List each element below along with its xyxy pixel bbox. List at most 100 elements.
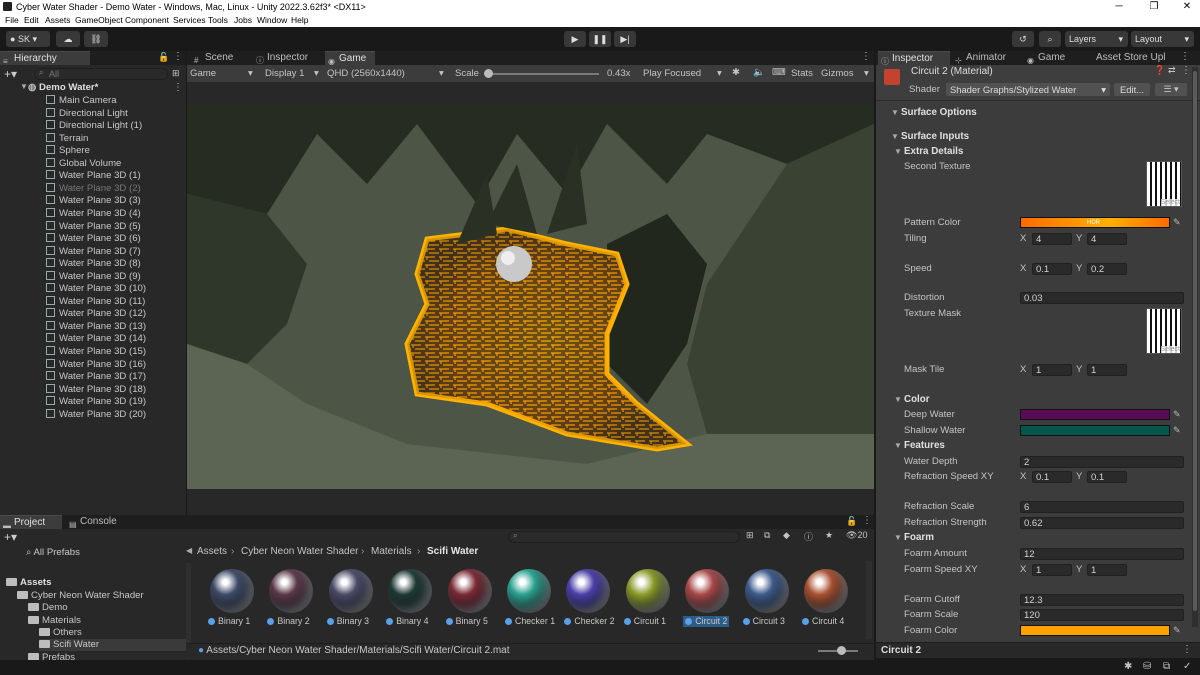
refraction-scale-field[interactable]: 6 bbox=[1020, 501, 1184, 513]
texture-mask-slot[interactable]: Select bbox=[1146, 308, 1182, 354]
material-label[interactable]: Binary 3 bbox=[326, 616, 369, 627]
all-prefabs-filter[interactable]: ⌕ All Prefabs bbox=[26, 547, 80, 559]
filter-icon[interactable]: ⧉ bbox=[764, 530, 770, 541]
tab-game[interactable]: ◉ Game bbox=[325, 51, 375, 66]
lock-icon[interactable]: 🔓 bbox=[158, 52, 169, 63]
bug-icon[interactable]: ✱ bbox=[1124, 661, 1132, 672]
game-view-render[interactable] bbox=[187, 104, 874, 489]
menu-edit[interactable]: Edit bbox=[24, 14, 39, 27]
surface-inputs-header[interactable]: Surface Inputs bbox=[901, 131, 969, 143]
mask-x-field[interactable]: 1 bbox=[1032, 364, 1072, 376]
collapse-arrow-icon[interactable]: ▼ bbox=[894, 441, 902, 450]
project-folder[interactable]: Demo bbox=[28, 602, 68, 614]
preset-icon[interactable]: ⇄ bbox=[1168, 65, 1176, 76]
collab-icon[interactable]: ⛓ bbox=[84, 31, 108, 47]
more-icon[interactable]: ⋮ bbox=[1181, 65, 1191, 76]
scale-slider-track[interactable] bbox=[487, 73, 599, 75]
menu-gameobject[interactable]: GameObject bbox=[75, 14, 123, 27]
hierarchy-item[interactable]: Main Camera bbox=[46, 95, 117, 107]
history-icon[interactable]: ↺ bbox=[1012, 31, 1034, 47]
refraction-x-field[interactable]: 0.1 bbox=[1032, 471, 1072, 483]
collapse-arrow-icon[interactable]: ▼ bbox=[894, 395, 902, 404]
hierarchy-item[interactable]: Water Plane 3D (9) bbox=[46, 270, 141, 283]
add-icon[interactable]: +▾ bbox=[4, 67, 17, 81]
eyedropper-icon[interactable]: ✎ bbox=[1173, 625, 1183, 635]
material-thumbnail[interactable] bbox=[744, 569, 789, 613]
project-folder[interactable]: Materials bbox=[28, 615, 81, 627]
scene-root[interactable]: ◍ Demo Water* bbox=[28, 82, 186, 94]
account-dropdown[interactable]: ● SK ▾ bbox=[6, 31, 50, 47]
mute-audio-icon[interactable]: 🔈 bbox=[753, 67, 765, 78]
distortion-field[interactable]: 0.03 bbox=[1020, 292, 1184, 304]
play-button[interactable]: ▶ bbox=[564, 31, 586, 47]
hierarchy-item[interactable]: Water Plane 3D (4) bbox=[46, 207, 141, 220]
display-dropdown[interactable]: Display 1 bbox=[265, 68, 304, 79]
project-folder[interactable]: Scifi Water bbox=[39, 639, 186, 651]
pause-button[interactable]: ❚❚ bbox=[589, 31, 611, 47]
foam-scale-field[interactable]: 120 bbox=[1020, 609, 1184, 621]
tab-console[interactable]: ▤ Console bbox=[66, 515, 126, 529]
edit-shader-button[interactable]: Edit... bbox=[1114, 83, 1150, 96]
gizmos-dropdown[interactable]: Gizmos bbox=[821, 68, 854, 79]
collapse-arrow-icon[interactable]: ▼ bbox=[894, 147, 902, 156]
hierarchy-item[interactable]: Water Plane 3D (14) bbox=[46, 333, 146, 345]
hierarchy-item[interactable]: Directional Light (1) bbox=[46, 120, 142, 132]
mask-y-field[interactable]: 1 bbox=[1087, 364, 1127, 376]
material-label[interactable]: Binary 2 bbox=[267, 616, 310, 627]
layers-dropdown[interactable]: Layers ▾ bbox=[1065, 31, 1128, 47]
resolution-dropdown[interactable]: QHD (2560x1440) bbox=[327, 68, 405, 79]
material-label[interactable]: Checker 2 bbox=[564, 616, 614, 627]
material-thumbnail[interactable] bbox=[388, 569, 433, 613]
shader-dropdown[interactable]: Shader Graphs/Stylized Water ▾ bbox=[946, 83, 1110, 96]
more-icon[interactable]: ⋮ bbox=[861, 51, 871, 62]
hierarchy-item[interactable]: Water Plane 3D (20) bbox=[46, 408, 146, 421]
hierarchy-item[interactable]: Water Plane 3D (13) bbox=[46, 320, 146, 333]
collapse-arrow-icon[interactable]: ▼ bbox=[891, 132, 899, 141]
star-icon[interactable]: ★ bbox=[825, 530, 833, 541]
hierarchy-item[interactable]: Water Plane 3D (7) bbox=[46, 245, 141, 258]
shallow-water-color-field[interactable] bbox=[1020, 425, 1170, 436]
tab-inspector[interactable]: ⓘ Inspector bbox=[878, 51, 950, 66]
material-thumbnail[interactable] bbox=[210, 569, 254, 613]
material-label[interactable]: Circuit 3 bbox=[742, 616, 785, 627]
foam-header[interactable]: Foarm bbox=[904, 532, 934, 544]
menu-assets[interactable]: Assets bbox=[45, 14, 71, 27]
tab-animator[interactable]: ⊹ Animator bbox=[952, 51, 1022, 65]
material-thumbnail[interactable] bbox=[804, 569, 848, 613]
hierarchy-item[interactable]: Water Plane 3D (8) bbox=[46, 258, 141, 270]
expand-arrow-icon[interactable]: ▼ bbox=[20, 82, 28, 91]
foam-color-field[interactable] bbox=[1020, 625, 1170, 636]
pattern-color-field[interactable]: HDR bbox=[1020, 217, 1170, 228]
breadcrumb-shader[interactable]: Cyber Neon Water Shader bbox=[241, 546, 358, 557]
more-icon[interactable]: ⋮ bbox=[862, 515, 872, 526]
project-folder[interactable]: Assets bbox=[6, 577, 51, 589]
warning-icon[interactable]: ⓘ bbox=[804, 530, 813, 543]
collapse-arrow-icon[interactable]: ▼ bbox=[891, 108, 899, 117]
breadcrumb-scifi-water[interactable]: Scifi Water bbox=[427, 546, 478, 557]
deep-water-color-field[interactable] bbox=[1020, 409, 1170, 420]
step-button[interactable]: ▶| bbox=[614, 31, 636, 47]
material-thumbnail[interactable] bbox=[685, 569, 730, 613]
hierarchy-search-input[interactable]: ⌕ All bbox=[34, 68, 168, 80]
scale-slider-handle[interactable] bbox=[484, 69, 493, 78]
water-depth-field[interactable]: 2 bbox=[1020, 456, 1184, 468]
foam-speed-y-field[interactable]: 1 bbox=[1087, 564, 1127, 576]
eyedropper-icon[interactable]: ✎ bbox=[1173, 409, 1183, 419]
project-search-input[interactable]: ⌕ bbox=[508, 531, 740, 543]
material-label[interactable]: Circuit 2 bbox=[683, 616, 730, 627]
breadcrumb-assets[interactable]: Assets bbox=[197, 546, 227, 557]
cloud-icon[interactable]: ☁ bbox=[56, 31, 80, 47]
more-icon[interactable]: ⋮ bbox=[173, 51, 183, 62]
label-icon[interactable]: ◆ bbox=[783, 530, 790, 541]
hierarchy-item[interactable]: Water Plane 3D (18) bbox=[46, 383, 146, 396]
menu-tools[interactable]: Tools bbox=[208, 14, 228, 27]
icon-size-handle[interactable] bbox=[837, 646, 846, 655]
hierarchy-item[interactable]: Water Plane 3D (10) bbox=[46, 283, 146, 295]
list-menu-icon[interactable]: ☰ ▾ bbox=[1155, 83, 1187, 96]
hierarchy-item[interactable]: Water Plane 3D (16) bbox=[46, 358, 146, 371]
hierarchy-item[interactable]: Water Plane 3D (19) bbox=[46, 396, 146, 408]
material-thumbnail[interactable] bbox=[507, 569, 551, 613]
hierarchy-item[interactable]: Terrain bbox=[46, 132, 88, 145]
project-folder[interactable]: Cyber Neon Water Shader bbox=[17, 590, 144, 602]
search-by-type-icon[interactable]: ⊞ bbox=[746, 530, 754, 541]
